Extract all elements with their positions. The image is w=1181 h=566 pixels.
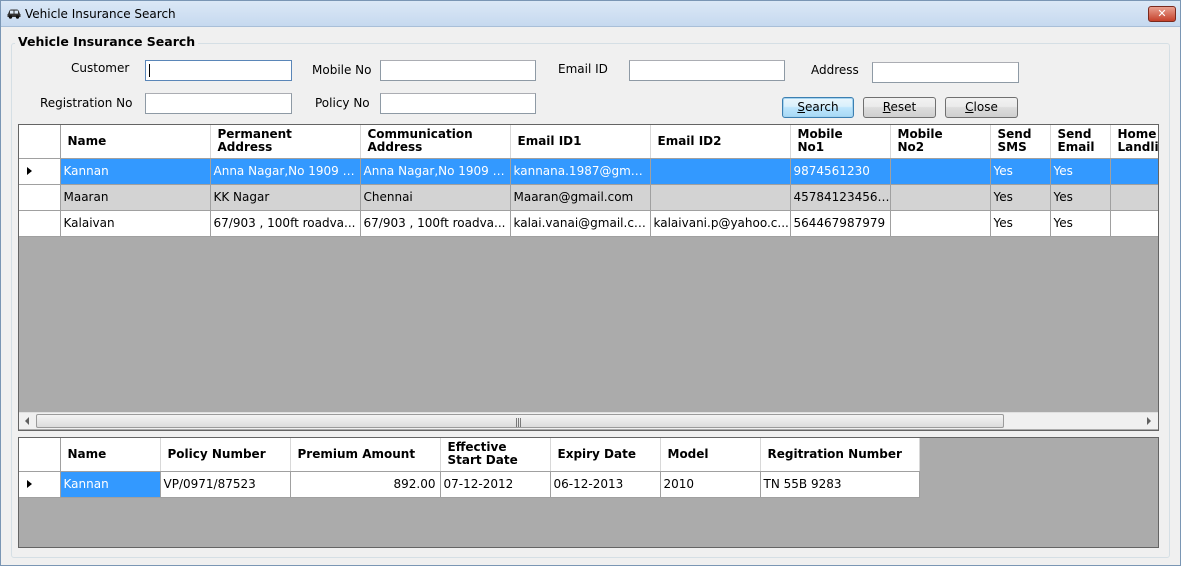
col-header-send-sms[interactable]: Send SMS [990,125,1051,159]
row-header-corner [19,438,61,472]
vehicle-insurance-search-window: Vehicle Insurance Search ✕ Vehicle Insur… [0,0,1181,566]
cell-email-id2[interactable] [650,184,791,211]
col-header-home-landline[interactable]: Home Landli [1110,125,1158,159]
col-header-communication-address[interactable]: Communication Address [360,125,511,159]
cell-mobile-no1[interactable]: 9874561230 [790,158,891,185]
cell-communication-address[interactable]: Chennai [360,184,511,211]
col-header-model[interactable]: Model [660,438,761,472]
address-input[interactable] [872,62,1019,83]
scroll-left-arrow-icon[interactable] [25,417,29,425]
close-button[interactable]: Close [945,97,1018,118]
cell-expiry-date[interactable]: 06-12-2013 [550,471,661,498]
registration-no-label: Registration No [40,96,133,110]
col-header-email-id2[interactable]: Email ID2 [650,125,791,159]
mobile-no-input[interactable] [380,60,536,81]
col-header-premium-amount[interactable]: Premium Amount [290,438,441,472]
customer-grid[interactable]: Name Permanent Address Communication Addre… [18,124,1159,431]
table-row[interactable]: Maaran KK Nagar Chennai Maaran@gmail.com… [19,184,1158,211]
policy-grid-header: Name Policy Number Premium Amount Effect… [19,438,920,472]
title-bar[interactable]: Vehicle Insurance Search ✕ [1,1,1180,27]
scrollbar-grip-icon: ||| [515,418,522,428]
group-title: Vehicle Insurance Search [15,34,199,49]
address-label: Address [811,63,859,77]
car-icon [7,9,21,19]
col-header-mobile-no2[interactable]: Mobile No2 [890,125,991,159]
cell-premium-amount[interactable]: 892.00 [290,471,441,498]
registration-no-input[interactable] [145,93,292,114]
cell-name[interactable]: Kalaivan [60,210,211,237]
row-header-corner [19,125,61,159]
col-header-registration-number[interactable]: Regitration Number [760,438,920,472]
cell-send-email[interactable]: Yes [1050,158,1111,185]
table-row[interactable]: Kannan VP/0971/87523 892.00 07-12-2012 0… [19,471,920,498]
cell-home-landline[interactable] [1110,184,1158,211]
customer-label: Customer [71,61,130,75]
row-indicator[interactable] [19,210,61,237]
row-indicator[interactable] [19,158,61,185]
scrollbar-thumb[interactable]: ||| [36,414,1004,428]
col-header-policy-number[interactable]: Policy Number [160,438,291,472]
cell-send-email[interactable]: Yes [1050,210,1111,237]
mobile-no-label: Mobile No [312,63,372,77]
col-header-name[interactable]: Name [60,125,211,159]
cell-communication-address[interactable]: Anna Nagar,No 1909 Z... [360,158,511,185]
cell-permanent-address[interactable]: 67/903 , 100ft roadva... [210,210,361,237]
cell-mobile-no2[interactable] [890,184,991,211]
cell-model[interactable]: 2010 [660,471,761,498]
row-indicator[interactable] [19,471,61,498]
scroll-right-arrow-icon[interactable] [1147,417,1151,425]
search-button[interactable]: Search [782,97,854,118]
cell-send-sms[interactable]: Yes [990,184,1051,211]
cell-send-sms[interactable]: Yes [990,158,1051,185]
customer-grid-header: Name Permanent Address Communication Addre… [19,125,1158,159]
customer-input[interactable] [145,60,292,81]
cell-email-id2[interactable] [650,158,791,185]
current-row-arrow-icon [27,167,32,175]
close-icon: ✕ [1157,7,1167,20]
cell-mobile-no1[interactable]: 4578412345645 [790,184,891,211]
email-id-label: Email ID [558,62,608,76]
col-header-email-id1[interactable]: Email ID1 [510,125,651,159]
client-area: Vehicle Insurance Search Customer Mobile… [1,28,1180,565]
policy-no-input[interactable] [380,93,536,114]
cell-home-landline[interactable] [1110,158,1158,185]
col-header-name[interactable]: Name [60,438,161,472]
cell-send-email[interactable]: Yes [1050,184,1111,211]
horizontal-scrollbar[interactable]: ||| [19,412,1158,429]
cell-email-id2[interactable]: kalaivani.p@yahoo.c... [650,210,791,237]
cell-send-sms[interactable]: Yes [990,210,1051,237]
cell-email-id1[interactable]: kannana.1987@gmai... [510,158,651,185]
reset-button[interactable]: Reset [863,97,936,118]
cell-name[interactable]: Maaran [60,184,211,211]
col-header-effective-start-date[interactable]: Effective Start Date [440,438,551,472]
cell-mobile-no2[interactable] [890,158,991,185]
current-row-arrow-icon [27,480,32,488]
col-header-expiry-date[interactable]: Expiry Date [550,438,661,472]
email-id-input[interactable] [629,60,785,81]
cell-permanent-address[interactable]: Anna Nagar,No 1909 Z... [210,158,361,185]
cell-home-landline[interactable] [1110,210,1158,237]
cell-name[interactable]: Kannan [60,158,211,185]
cell-mobile-no2[interactable] [890,210,991,237]
cell-name[interactable]: Kannan [60,471,161,498]
cell-registration-number[interactable]: TN 55B 9283 [760,471,920,498]
table-row[interactable]: Kalaivan 67/903 , 100ft roadva... 67/903… [19,210,1158,237]
cell-permanent-address[interactable]: KK Nagar [210,184,361,211]
table-row[interactable]: Kannan Anna Nagar,No 1909 Z... Anna Naga… [19,158,1158,185]
row-indicator[interactable] [19,184,61,211]
col-header-send-email[interactable]: Send Email [1050,125,1111,159]
policy-grid[interactable]: Name Policy Number Premium Amount Effect… [18,437,1159,548]
cell-email-id1[interactable]: Maaran@gmail.com [510,184,651,211]
window-title: Vehicle Insurance Search [25,7,176,21]
text-caret [149,64,150,77]
col-header-mobile-no1[interactable]: Mobile No1 [790,125,891,159]
col-header-permanent-address[interactable]: Permanent Address [210,125,361,159]
cell-effective-start-date[interactable]: 07-12-2012 [440,471,551,498]
window-close-button[interactable]: ✕ [1148,6,1176,22]
cell-policy-number[interactable]: VP/0971/87523 [160,471,291,498]
cell-communication-address[interactable]: 67/903 , 100ft roadva... [360,210,511,237]
cell-email-id1[interactable]: kalai.vanai@gmail.com [510,210,651,237]
policy-no-label: Policy No [315,96,370,110]
cell-mobile-no1[interactable]: 564467987979 [790,210,891,237]
